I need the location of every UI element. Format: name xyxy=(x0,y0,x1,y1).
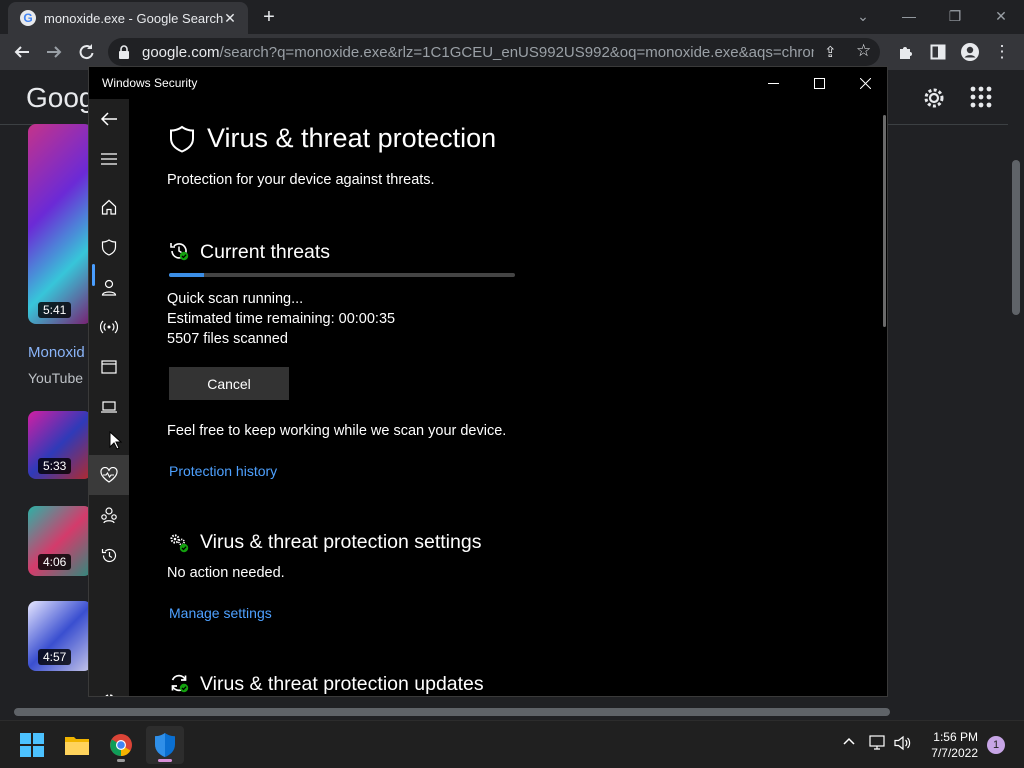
window-title: Windows Security xyxy=(102,76,198,90)
scan-status: Quick scan running... xyxy=(167,291,304,307)
back-button[interactable] xyxy=(8,38,36,66)
current-threats-icon xyxy=(170,243,189,261)
device-laptop-icon[interactable] xyxy=(97,395,121,419)
video-thumbnail[interactable]: 4:57 xyxy=(28,601,92,671)
protection-history-link[interactable]: Protection history xyxy=(169,463,277,479)
minimize-browser-button[interactable]: — xyxy=(896,4,922,28)
profile-avatar[interactable] xyxy=(956,38,984,66)
tab-close-icon[interactable]: ✕ xyxy=(220,8,240,28)
volume-speaker-icon[interactable] xyxy=(894,735,912,751)
protection-history-icon[interactable] xyxy=(97,543,121,567)
google-favicon-icon: G xyxy=(20,10,36,26)
new-tab-button[interactable]: + xyxy=(258,6,280,28)
chrome-icon[interactable] xyxy=(102,726,140,764)
updates-refresh-icon xyxy=(171,674,189,693)
page-vertical-scrollbar[interactable] xyxy=(1008,70,1024,704)
main-content: Virus & threat protection Protection for… xyxy=(167,107,867,696)
tab-title: monoxide.exe - Google Search xyxy=(44,11,224,26)
browser-tab[interactable]: G monoxide.exe - Google Search ✕ xyxy=(8,2,248,34)
hamburger-menu-icon[interactable] xyxy=(97,147,121,171)
scan-note: Feel free to keep working while we scan … xyxy=(167,423,507,439)
network-monitor-icon[interactable] xyxy=(869,735,887,751)
current-threats-heading: Current threats xyxy=(200,241,331,263)
browser-toolbar: google.com/search?q=monoxide.exe&rlz=1C1… xyxy=(0,34,1024,70)
page-horizontal-scrollbar[interactable] xyxy=(0,704,1008,720)
nav-selection-indicator xyxy=(92,264,95,286)
running-indicator xyxy=(117,759,125,762)
video-duration: 4:06 xyxy=(38,554,72,570)
system-clock[interactable]: 1:56 PM 7/7/2022 xyxy=(931,729,978,761)
files-scanned: 5507 files scanned xyxy=(167,331,288,347)
google-logo: Goog xyxy=(26,82,95,113)
video-duration: 5:41 xyxy=(38,302,72,318)
tab-search-icon[interactable]: ⌄ xyxy=(850,4,876,28)
close-button[interactable] xyxy=(842,67,887,99)
video-thumbnail[interactable]: 5:33 xyxy=(28,411,92,479)
chrome-menu-icon[interactable]: ⋮ xyxy=(988,38,1016,66)
network-antenna-icon[interactable] xyxy=(97,315,121,339)
windows-security-window: Windows Security Virus & threat protecti… xyxy=(88,66,888,697)
shield-icon[interactable] xyxy=(97,235,121,259)
lock-icon xyxy=(119,45,129,59)
restore-browser-button[interactable]: ❐ xyxy=(942,4,968,28)
page-subtitle: Protection for your device against threa… xyxy=(167,172,435,188)
extensions-puzzle-icon[interactable] xyxy=(892,38,920,66)
video-title-link[interactable]: Monoxid xyxy=(28,344,85,361)
shield-icon xyxy=(170,125,194,153)
windows-security-taskbar-icon[interactable] xyxy=(146,726,184,764)
app-browser-icon[interactable] xyxy=(97,355,121,379)
chevron-up-icon[interactable] xyxy=(842,735,856,749)
address-bar-url: google.com/search?q=monoxide.exe&rlz=1C1… xyxy=(142,44,814,61)
maximize-button[interactable] xyxy=(796,67,842,99)
time-remaining: Estimated time remaining: 00:00:35 xyxy=(167,311,396,327)
settings-status: No action needed. xyxy=(167,565,285,581)
close-browser-button[interactable]: ✕ xyxy=(988,4,1014,28)
side-panel-icon[interactable] xyxy=(924,38,952,66)
taskbar: 1:56 PM 7/7/2022 1 xyxy=(0,720,1024,768)
video-source: YouTube xyxy=(28,370,84,386)
clock-date: 7/7/2022 xyxy=(931,746,978,760)
page-title: Virus & threat protection xyxy=(207,123,497,153)
back-arrow-icon[interactable] xyxy=(97,107,121,131)
window-titlebar: Windows Security xyxy=(89,67,887,99)
cancel-button[interactable]: Cancel xyxy=(169,367,289,400)
scan-progress-bar xyxy=(169,273,515,277)
video-thumbnail[interactable]: 5:41 xyxy=(28,124,92,324)
manage-settings-link[interactable]: Manage settings xyxy=(169,605,272,621)
protection-settings-heading: Virus & threat protection settings xyxy=(200,531,482,553)
settings-gears-icon xyxy=(170,534,189,553)
notification-badge[interactable]: 1 xyxy=(987,736,1005,754)
active-indicator xyxy=(158,759,172,762)
video-thumbnail[interactable]: 4:06 xyxy=(28,506,92,576)
file-explorer-icon[interactable] xyxy=(58,726,96,764)
browser-tab-strip: G monoxide.exe - Google Search ✕ + ⌄ — ❐… xyxy=(0,0,1024,34)
navigation-rail xyxy=(89,99,129,696)
address-bar[interactable]: google.com/search?q=monoxide.exe&rlz=1C1… xyxy=(108,38,880,66)
minimize-button[interactable] xyxy=(750,67,796,99)
video-duration: 4:57 xyxy=(38,649,72,665)
settings-gear-icon[interactable] xyxy=(97,689,121,696)
start-windows-icon[interactable] xyxy=(13,726,51,764)
bookmark-star-icon[interactable]: ☆ xyxy=(856,41,871,61)
family-options-icon[interactable] xyxy=(97,503,121,527)
share-icon[interactable]: ⇪ xyxy=(824,43,837,61)
forward-button[interactable] xyxy=(40,38,68,66)
home-icon[interactable] xyxy=(97,195,121,219)
mouse-cursor-icon xyxy=(109,431,123,450)
gear-icon[interactable] xyxy=(922,86,946,110)
protection-updates-heading: Virus & threat protection updates xyxy=(200,673,484,695)
google-apps-icon[interactable] xyxy=(970,86,992,108)
account-person-icon[interactable] xyxy=(97,275,121,299)
video-duration: 5:33 xyxy=(38,458,72,474)
clock-time: 1:56 PM xyxy=(933,730,978,744)
device-health-heart-icon[interactable] xyxy=(97,463,121,487)
scan-progress-fill xyxy=(169,273,204,277)
content-scrollbar[interactable] xyxy=(883,115,886,327)
reload-button[interactable] xyxy=(72,38,100,66)
